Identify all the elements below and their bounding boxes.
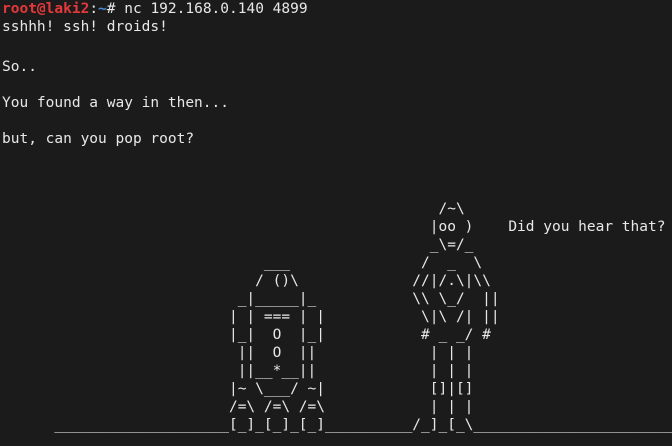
command-text: nc 192.168.0.140 4899 [124, 1, 308, 17]
prompt-symbol: # [106, 1, 125, 17]
prompt-user-host: root@laki2 [2, 1, 90, 17]
output-line-4: but, can you pop root? [2, 131, 195, 147]
prompt-path: ~ [98, 1, 107, 17]
command-line: root@laki2:~# nc 192.168.0.140 4899 [2, 0, 308, 18]
terminal-window[interactable]: root@laki2:~# nc 192.168.0.140 4899 sshh… [0, 0, 672, 446]
output-line-1: sshhh! ssh! droids! [2, 19, 168, 35]
droids-ascii-art: /~\ |oo ) Did you hear that? _\=/_ ___ /… [54, 201, 672, 433]
output-line-2: So.. [2, 59, 37, 75]
prompt-colon: : [89, 1, 99, 17]
output-line-3: You found a way in then... [2, 95, 229, 111]
